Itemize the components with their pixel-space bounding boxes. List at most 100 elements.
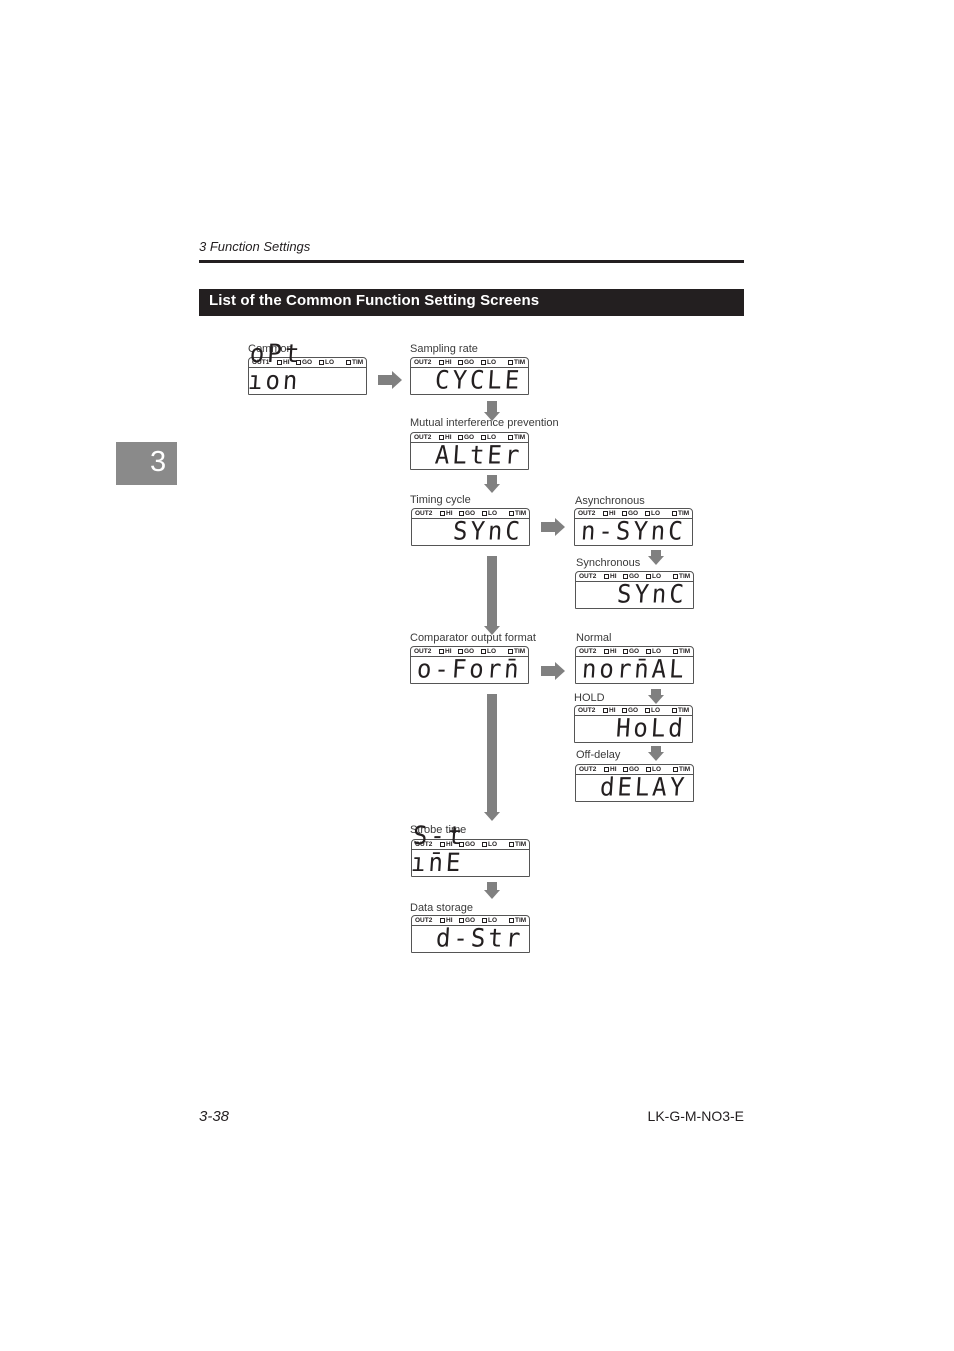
arrow-down-icon	[484, 484, 500, 493]
indicator-box-icon	[646, 649, 651, 654]
lcd-screen-timing: OUT2 HI GO LO TIM SYnC	[411, 508, 530, 546]
indicator-box-icon	[604, 649, 609, 654]
indicator-box-icon	[458, 649, 463, 654]
indicator-box-icon	[508, 649, 513, 654]
arrow-down-shaft-sampling-to-mutual	[487, 401, 497, 412]
lcd-display-value: HoLd	[615, 713, 687, 743]
indicator-box-icon	[622, 511, 627, 516]
indicator-box-icon	[481, 649, 486, 654]
indicator-box-icon	[672, 511, 677, 516]
lcd-screen-hold: OUT2 HI GO LO TIM HoLd	[574, 705, 693, 743]
indicator-box-icon	[673, 767, 678, 772]
lcd-screen-sampling: OUT2 HI GO LO TIM CYCLE	[410, 357, 529, 395]
screen-label-sync: Synchronous	[576, 557, 641, 569]
indicator-box-icon	[623, 574, 628, 579]
out-indicator: OUT2	[414, 359, 432, 366]
indicator-box-icon	[459, 511, 464, 516]
indicator-box-icon	[603, 511, 608, 516]
indicator-box-icon	[509, 918, 514, 923]
indicator-box-icon	[439, 360, 444, 365]
lcd-display-value: SYnC	[452, 516, 524, 546]
lcd-display-value: CYCLE	[433, 365, 523, 395]
screen-label-normal: Normal	[576, 632, 612, 644]
arrow-down-icon	[648, 695, 664, 704]
lcd-display-value: dELAY	[598, 772, 688, 802]
lcd-display-value: norn̄AL	[581, 654, 688, 684]
indicator-box-icon	[603, 708, 608, 713]
lcd-display-value: SYnC	[616, 579, 688, 609]
hi-indicator: HI	[603, 707, 616, 714]
indicator-box-icon	[481, 435, 486, 440]
header-rule	[199, 260, 744, 263]
indicator-box-icon	[508, 360, 513, 365]
lcd-screen-mutual: OUT2 HI GO LO TIM ALtEr	[410, 432, 529, 470]
lcd-screen-strobe: OUT2 HI GO LO TIM S-t ın̄E	[410, 821, 530, 877]
indicator-box-icon	[673, 649, 678, 654]
indicator-box-icon	[458, 435, 463, 440]
chapter-tab	[116, 442, 177, 485]
lcd-screen-normal: OUT2 HI GO LO TIM norn̄AL	[575, 646, 694, 684]
arrow-down-shaft-strobe-to-datastorage	[487, 882, 497, 890]
section-title: List of the Common Function Setting Scre…	[209, 292, 540, 309]
indicator-box-icon	[604, 574, 609, 579]
lcd-screen-datastorage: OUT2 HI GO LO TIM d-Str	[411, 915, 530, 953]
screen-label-datastorage: Data storage	[410, 902, 473, 914]
hi-label: HI	[610, 573, 617, 580]
out-indicator: OUT2	[578, 707, 596, 714]
indicator-box-icon	[459, 918, 464, 923]
arrow-right-shaft-comparator-to-normal	[541, 666, 555, 676]
arrow-down-icon	[484, 890, 500, 899]
out-indicator: OUT2	[415, 510, 433, 517]
indicator-box-icon	[622, 708, 627, 713]
indicator-box-icon	[439, 435, 444, 440]
arrow-down-icon	[484, 412, 500, 421]
arrow-right-icon	[392, 371, 402, 389]
indicator-box-icon	[604, 767, 609, 772]
out-indicator: OUT2	[579, 766, 597, 773]
screen-label-async: Asynchronous	[575, 495, 645, 507]
arrow-down-icon	[648, 752, 664, 761]
hi-indicator: HI	[604, 573, 617, 580]
screen-label-comparator: Comparator output format	[410, 632, 536, 644]
arrow-right-shaft-timing-to-async	[541, 522, 555, 532]
out-indicator: OUT2	[579, 573, 597, 580]
indicator-box-icon	[482, 511, 487, 516]
arrow-down-shaft-mutual-to-timing	[487, 475, 497, 484]
indicator-box-icon	[623, 649, 628, 654]
indicator-box-icon	[645, 511, 650, 516]
out-indicator: OUT2	[415, 917, 433, 924]
indicator-box-icon	[508, 435, 513, 440]
indicator-box-icon	[440, 918, 445, 923]
screen-label-hold: HOLD	[574, 692, 605, 704]
indicator-box-icon	[458, 360, 463, 365]
indicator-box-icon	[672, 708, 677, 713]
hi-indicator: HI	[440, 510, 453, 517]
lcd-display-value: ALtEr	[433, 440, 523, 470]
arrow-right-shaft-common-to-sampling	[378, 375, 392, 385]
indicator-box-icon	[482, 918, 487, 923]
arrow-down-icon	[484, 812, 500, 821]
arrow-down-icon	[484, 626, 500, 635]
lcd-screen-sync: OUT2 HI GO LO TIM SYnC	[575, 571, 694, 609]
page-number: 3-38	[199, 1108, 230, 1125]
lcd-display-value: d-Str	[434, 923, 524, 953]
screen-label-timing: Timing cycle	[410, 494, 471, 506]
running-head: 3 Function Settings	[199, 239, 311, 254]
indicator-box-icon	[440, 511, 445, 516]
arrow-down-shaft-comparator-to-strobe	[487, 694, 497, 812]
indicator-box-icon	[646, 767, 651, 772]
arrow-down-icon	[648, 556, 664, 565]
document-code: LK-G-M-NO3-E	[647, 1108, 744, 1124]
arrow-down-shaft-timing-to-comparator	[487, 556, 497, 626]
lcd-display-value: o-Forn̄	[416, 654, 523, 684]
indicator-box-icon	[439, 649, 444, 654]
screen-label-sampling: Sampling rate	[410, 343, 478, 355]
indicator-box-icon	[481, 360, 486, 365]
lcd-display-value: n-SYnC	[580, 516, 687, 546]
hi-label: HI	[609, 707, 616, 714]
indicator-box-icon	[646, 574, 651, 579]
arrow-right-icon	[555, 518, 565, 536]
lcd-screen-comparator: OUT2 HI GO LO TIM o-Forn̄	[410, 646, 529, 684]
lcd-display-value: oPt ıon	[247, 338, 304, 396]
out-indicator: OUT2	[414, 434, 432, 441]
